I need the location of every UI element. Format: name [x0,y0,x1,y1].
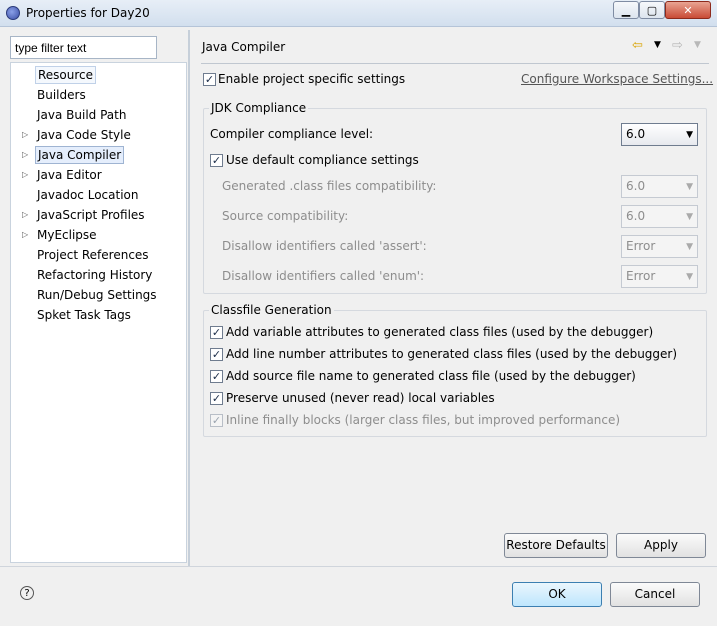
add-line-number-label: Add line number attributes to generated … [226,347,678,361]
help-icon[interactable]: ? [20,586,34,600]
chevron-down-icon: ▼ [686,242,693,252]
disallow-assert-value: Error [626,239,656,253]
disallow-enum-label: Disallow identifiers called 'enum': [222,269,425,283]
jdk-compliance-title: JDK Compliance [209,101,309,115]
back-arrow-icon[interactable]: ⇦ [632,38,643,53]
tree-item-java-code-style[interactable]: Java Code Style [35,126,133,144]
tree-item-builders[interactable]: Builders [35,86,88,104]
splitter[interactable] [188,30,190,566]
source-compat-select: 6.0 ▼ [621,205,698,228]
chevron-down-icon: ▼ [686,182,693,192]
disallow-assert-select: Error ▼ [621,235,698,258]
forward-arrow-icon: ⇨ [672,38,683,53]
checkmark-icon: ✓ [211,414,222,427]
ok-button[interactable]: OK [512,582,602,607]
generated-compat-select: 6.0 ▼ [621,175,698,198]
source-compat-value: 6.0 [626,209,646,223]
maximize-icon: ▢ [646,3,658,17]
maximize-button[interactable]: ▢ [639,1,665,19]
tree-item-resource[interactable]: Resource [35,66,97,84]
forward-history-dropdown-icon: ▼ [694,40,701,50]
tree-item-javascript-profiles[interactable]: JavaScript Profiles [35,206,147,224]
apply-button[interactable]: Apply [616,533,706,558]
checkmark-icon: ✓ [211,392,222,405]
use-default-compliance-checkbox[interactable]: ✓ [210,154,223,167]
restore-defaults-button[interactable]: Restore Defaults [504,533,608,558]
page-title: Java Compiler [202,40,286,54]
add-variable-attributes-checkbox[interactable]: ✓ [210,326,223,339]
expand-arrow-icon[interactable]: ▷ [22,206,32,224]
compliance-level-select[interactable]: 6.0 ▼ [621,123,698,146]
expand-arrow-icon[interactable]: ▷ [22,226,32,244]
tree-item-java-editor[interactable]: Java Editor [35,166,104,184]
compliance-level-label: Compiler compliance level: [210,127,374,141]
tree-item-java-build-path[interactable]: Java Build Path [35,106,128,124]
add-source-file-label: Add source file name to generated class … [226,369,636,383]
inline-finally-label: Inline finally blocks (larger class file… [226,413,621,427]
close-icon: ✕ [683,3,693,17]
enable-project-settings-label: Enable project specific settings [218,72,406,86]
expand-arrow-icon[interactable]: ▷ [22,166,32,184]
properties-tree: Resource Builders Java Build Path ▷ Java… [10,62,187,563]
inline-finally-checkbox: ✓ [210,414,223,427]
chevron-down-icon: ▼ [686,212,693,222]
tree-item-java-compiler[interactable]: Java Compiler [35,146,125,164]
enable-project-settings-checkbox[interactable]: ✓ [203,73,216,86]
disallow-enum-select: Error ▼ [621,265,698,288]
disallow-assert-label: Disallow identifiers called 'assert': [222,239,427,253]
preserve-unused-label: Preserve unused (never read) local varia… [226,391,495,405]
configure-workspace-link[interactable]: Configure Workspace Settings... [521,72,713,86]
chevron-down-icon: ▼ [686,130,693,140]
tree-item-run-debug-settings[interactable]: Run/Debug Settings [35,286,159,304]
preserve-unused-checkbox[interactable]: ✓ [210,392,223,405]
source-compat-label: Source compatibility: [222,209,349,223]
generated-compat-value: 6.0 [626,179,646,193]
header-separator [201,63,709,64]
footer-separator [0,566,717,567]
chevron-down-icon: ▼ [686,272,693,282]
back-history-dropdown-icon[interactable]: ▼ [654,40,661,50]
close-button[interactable]: ✕ [665,1,711,19]
expand-arrow-icon[interactable]: ▷ [22,126,32,144]
checkmark-icon: ✓ [211,326,222,339]
tree-item-refactoring-history[interactable]: Refactoring History [35,266,154,284]
checkmark-icon: ✓ [204,73,215,86]
add-source-file-checkbox[interactable]: ✓ [210,370,223,383]
compliance-level-value: 6.0 [626,127,646,141]
cancel-button[interactable]: Cancel [610,582,700,607]
disallow-enum-value: Error [626,269,656,283]
expand-arrow-icon[interactable]: ▷ [22,146,32,164]
minimize-icon: ▁ [621,3,631,17]
minimize-button[interactable]: ▁ [613,1,639,19]
checkmark-icon: ✓ [211,348,222,361]
window-title: Properties for Day20 [26,6,150,20]
tree-item-project-references[interactable]: Project References [35,246,151,264]
add-line-number-checkbox[interactable]: ✓ [210,348,223,361]
tree-item-spket-task-tags[interactable]: Spket Task Tags [35,306,133,324]
add-variable-attributes-label: Add variable attributes to generated cla… [226,325,654,339]
checkmark-icon: ✓ [211,370,222,383]
tree-item-javadoc-location[interactable]: Javadoc Location [35,186,140,204]
eclipse-icon [6,6,20,20]
tree-item-myeclipse[interactable]: MyEclipse [35,226,99,244]
generated-compat-label: Generated .class files compatibility: [222,179,437,193]
checkmark-icon: ✓ [211,154,222,167]
classfile-generation-title: Classfile Generation [209,303,334,317]
use-default-compliance-label: Use default compliance settings [226,153,419,167]
filter-input[interactable] [10,36,157,59]
